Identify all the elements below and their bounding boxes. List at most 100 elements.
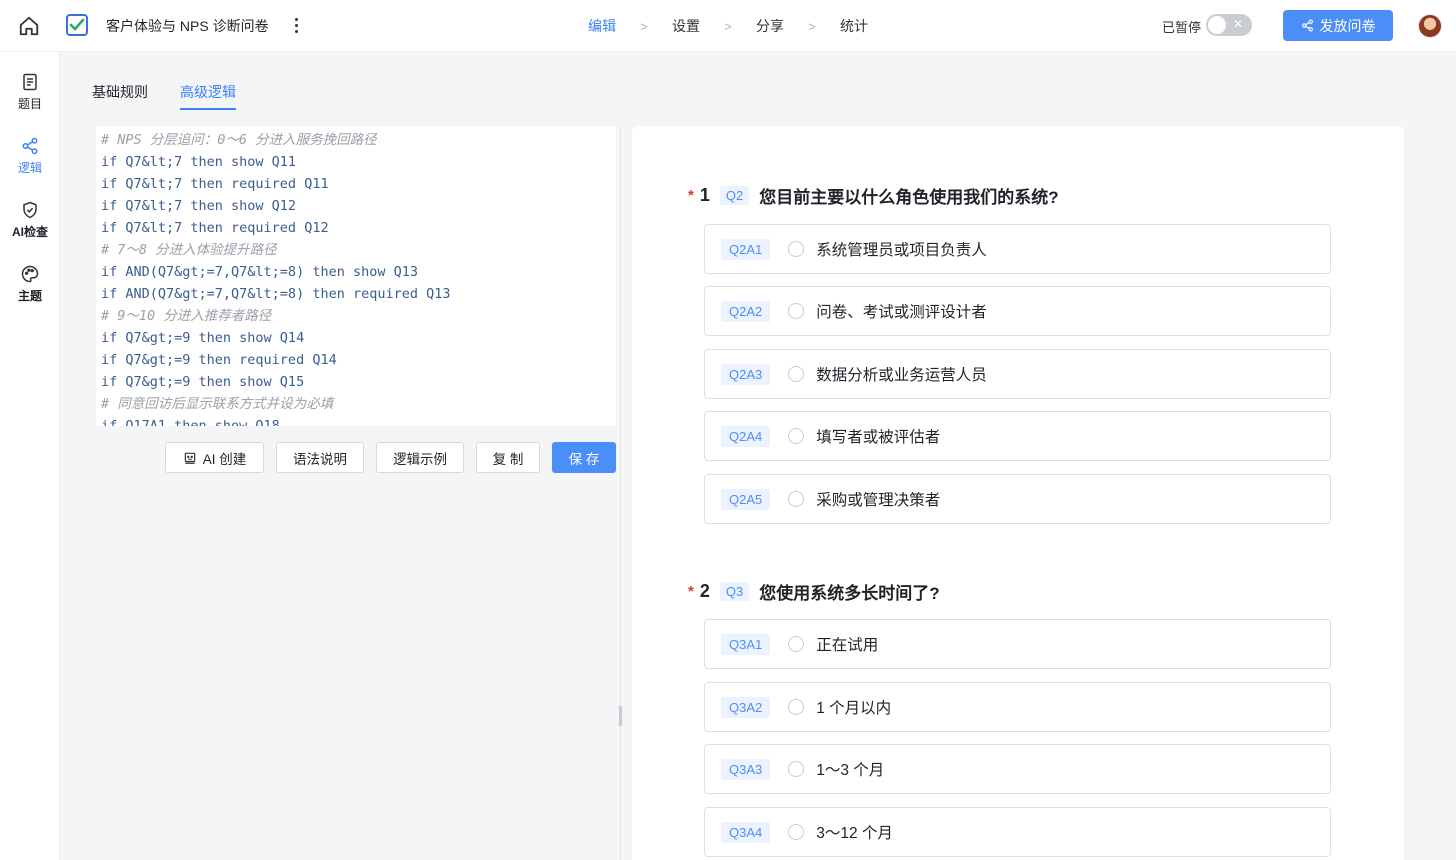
option-text: 1～3 个月: [816, 762, 885, 779]
option-item[interactable]: Q2A1 系统管理员或项目负责人: [704, 224, 1331, 274]
chevron-right-icon: >: [640, 18, 648, 34]
option-id-badge: Q2A2: [721, 300, 771, 322]
radio-button[interactable]: [788, 636, 805, 652]
survey-title: 客户体验与 NPS 诊断问卷: [106, 18, 269, 34]
survey-logo-icon: [66, 14, 88, 36]
option-text: 1 个月以内: [816, 700, 892, 717]
option-id-badge: Q3A4: [721, 821, 771, 843]
question-id-badge: Q3: [719, 581, 750, 601]
code-line: if Q7&gt;=9 then show Q14: [101, 330, 305, 346]
sidebar-item-theme[interactable]: 主题: [0, 264, 60, 314]
option-item[interactable]: Q3A2 1 个月以内: [704, 682, 1331, 732]
option-text: 填写者或被评估者: [816, 429, 941, 446]
radio-button[interactable]: [788, 824, 805, 840]
option-text: 问卷、考试或测评设计者: [816, 304, 987, 321]
avatar[interactable]: [1418, 14, 1442, 38]
publish-button[interactable]: 发放问卷: [1283, 10, 1393, 41]
option-id-badge: Q2A3: [721, 363, 771, 385]
syntax-help-button[interactable]: 语法说明: [276, 442, 364, 473]
toggle-knob: [1208, 16, 1226, 34]
question-number: 1: [699, 184, 710, 205]
option-id-badge: Q2A1: [721, 238, 771, 260]
option-item[interactable]: Q2A3 数据分析或业务运营人员: [704, 349, 1331, 399]
option-text: 采购或管理决策者: [816, 492, 941, 509]
option-item[interactable]: Q3A1 正在试用: [704, 619, 1331, 669]
radio-button[interactable]: [788, 428, 805, 444]
save-button[interactable]: 保 存: [552, 442, 616, 473]
option-id-badge: Q2A5: [721, 488, 771, 510]
option-item[interactable]: Q3A3 1～3 个月: [704, 744, 1331, 794]
option-item[interactable]: Q2A2 问卷、考试或测评设计者: [704, 286, 1331, 336]
question-text: 您使用系统多长时间了?: [759, 583, 940, 603]
step-settings[interactable]: 设置: [672, 16, 700, 36]
shield-check-icon: [23, 201, 37, 219]
sidebar-item-label: 主题: [17, 289, 42, 303]
option-id-badge: Q3A3: [721, 758, 771, 780]
robot-icon: [184, 452, 195, 464]
panel-divider: [620, 126, 621, 860]
option-text: 3～12 个月: [816, 825, 893, 842]
required-mark: *: [688, 186, 694, 204]
code-line: if AND(Q7&gt;=7,Q7&lt;=8) then show Q13: [101, 264, 418, 280]
question-title: * 1 Q2 您目前主要以什么角色使用我们的系统?: [688, 183, 1059, 207]
radio-button[interactable]: [788, 303, 805, 319]
radio-button[interactable]: [788, 699, 805, 715]
option-item[interactable]: Q2A5 采购或管理决策者: [704, 474, 1331, 524]
code-line: # 同意回访后显示联系方式并设为必填: [101, 396, 334, 412]
logic-code-editor[interactable]: # NPS 分层追问：0～6 分进入服务挽回路径 if Q7&lt;7 then…: [96, 126, 616, 426]
code-line: # 9～10 分进入推荐者路径: [101, 308, 272, 324]
status-label: 已暂停: [1162, 20, 1202, 35]
ai-create-button[interactable]: AI 创建: [165, 442, 264, 473]
code-line: # 7～8 分进入体验提升路径: [101, 242, 277, 258]
question-number: 2: [699, 580, 710, 601]
code-line: if Q7&lt;7 then required Q11: [101, 176, 329, 192]
more-options-icon[interactable]: [288, 14, 304, 36]
option-item[interactable]: Q3A4 3～12 个月: [704, 807, 1331, 857]
option-text: 数据分析或业务运营人员: [816, 367, 987, 384]
sidebar-item-questions[interactable]: 题目: [0, 72, 60, 122]
question-text: 您目前主要以什么角色使用我们的系统?: [759, 187, 1059, 207]
tab-basic-rules[interactable]: 基础规则: [92, 82, 148, 102]
resize-handle[interactable]: [619, 706, 622, 726]
step-statistics[interactable]: 统计: [840, 16, 868, 36]
radio-button[interactable]: [788, 366, 805, 382]
radio-button[interactable]: [788, 241, 805, 257]
logic-examples-button[interactable]: 逻辑示例: [376, 442, 464, 473]
close-icon: ✕: [1232, 17, 1243, 31]
share-icon: [1301, 19, 1313, 32]
option-text: 正在试用: [816, 637, 879, 654]
tab-advanced-logic[interactable]: 高级逻辑: [180, 82, 236, 102]
code-line: if Q7&gt;=9 then show Q15: [101, 374, 305, 390]
top-header: 客户体验与 NPS 诊断问卷 编辑 > 设置 > 分享 > 统计 已暂停 ✕ 发…: [0, 0, 1456, 52]
sidebar-item-ai-check[interactable]: AI检查: [0, 200, 60, 250]
chevron-right-icon: >: [808, 18, 816, 34]
home-button[interactable]: [16, 13, 42, 39]
tab-active-indicator: [180, 108, 236, 110]
code-line: if Q17A1 then show Q18: [101, 418, 280, 426]
sidebar: 题目 逻辑 AI检查 主题: [0, 52, 60, 860]
home-icon: [19, 16, 39, 36]
option-id-badge: Q3A2: [721, 696, 771, 718]
code-line: if Q7&gt;=9 then required Q14: [101, 352, 337, 368]
copy-button[interactable]: 复 制: [476, 442, 540, 473]
sidebar-item-label: AI检查: [11, 225, 48, 239]
sidebar-item-logic[interactable]: 逻辑: [0, 136, 60, 186]
option-item[interactable]: Q2A4 填写者或被评估者: [704, 411, 1331, 461]
step-nav: 编辑 > 设置 > 分享 > 统计: [588, 16, 868, 36]
question-title: * 2 Q3 您使用系统多长时间了?: [688, 579, 940, 603]
option-id-badge: Q2A4: [721, 425, 771, 447]
step-share[interactable]: 分享: [756, 16, 784, 36]
code-line: if Q7&lt;7 then show Q11: [101, 154, 297, 170]
option-id-badge: Q3A1: [721, 633, 771, 655]
palette-icon: [21, 265, 39, 283]
radio-button[interactable]: [788, 761, 805, 777]
radio-button[interactable]: [788, 491, 805, 507]
share-nodes-icon: [22, 137, 38, 155]
required-mark: *: [688, 582, 694, 600]
code-line: if Q7&lt;7 then required Q12: [101, 220, 329, 236]
step-edit[interactable]: 编辑: [588, 16, 616, 36]
sidebar-item-label: 题目: [17, 97, 42, 111]
pause-toggle[interactable]: ✕: [1206, 14, 1252, 36]
code-line: if Q7&lt;7 then show Q12: [101, 198, 297, 214]
code-line: # NPS 分层追问：0～6 分进入服务挽回路径: [101, 132, 377, 148]
